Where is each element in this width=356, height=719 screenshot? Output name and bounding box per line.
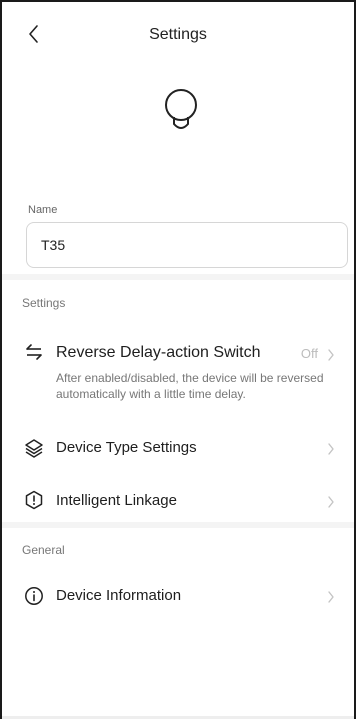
device-information-label: Device Information	[56, 587, 182, 604]
reverse-delay-switch-value: Off	[300, 346, 318, 361]
page-title: Settings	[149, 26, 207, 43]
chevron-right-icon	[328, 591, 334, 603]
reverse-delay-switch-label: Reverse Delay-action Switch	[56, 344, 261, 361]
name-field[interactable]	[26, 222, 348, 268]
section-divider	[2, 522, 354, 528]
hexagon-alert-icon	[25, 490, 43, 510]
chevron-right-icon	[328, 349, 334, 361]
name-label: Name	[28, 204, 58, 216]
device-information-row[interactable]: Device Information	[2, 575, 354, 617]
header: Settings	[2, 2, 354, 68]
name-input[interactable]	[27, 223, 347, 267]
swap-arrows-icon	[26, 344, 42, 360]
light-bulb-icon	[165, 89, 197, 129]
reverse-delay-switch-row[interactable]: Reverse Delay-action Switch Off After en…	[2, 332, 354, 412]
settings-section-label: Settings	[22, 296, 66, 310]
general-section-label: General	[22, 543, 65, 557]
chevron-right-icon	[328, 443, 334, 455]
info-circle-icon	[25, 587, 43, 605]
intelligent-linkage-row[interactable]: Intelligent Linkage	[2, 480, 354, 522]
chevron-right-icon	[328, 496, 334, 508]
section-divider	[2, 274, 354, 280]
reverse-delay-switch-description: After enabled/disabled, the device will …	[56, 371, 324, 401]
device-type-settings-label: Device Type Settings	[56, 439, 197, 456]
layers-icon	[25, 439, 43, 458]
intelligent-linkage-label: Intelligent Linkage	[56, 492, 177, 509]
device-type-settings-row[interactable]: Device Type Settings	[2, 427, 354, 469]
settings-screen: Settings Name Settings Reverse Delay-act…	[0, 0, 356, 719]
